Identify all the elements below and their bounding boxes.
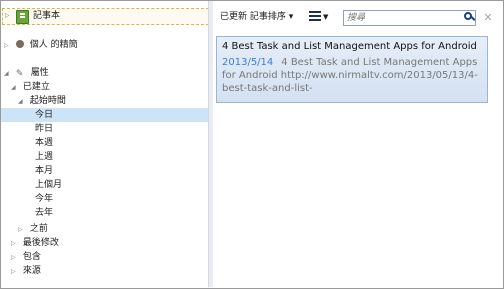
search-box[interactable]	[343, 10, 476, 26]
attributes-item[interactable]: ◢ ✎ 屬性	[4, 66, 49, 80]
note-title: 4 Best Task and List Management Apps for…	[222, 41, 477, 52]
chevron-down-icon: ▼	[323, 13, 329, 21]
notebook-item[interactable]: ▷ 記事本	[2, 8, 209, 25]
time-item-last-week[interactable]: 上週	[35, 150, 53, 164]
view-options-button[interactable]: ▼	[307, 10, 333, 24]
left-panel: ▷ 記事本 ▷ 個人 的精簡 ◢ ✎ 屬性 ◢ 已建立 ◢ 起始時間 今日 昨日…	[1, 1, 209, 287]
time-item-this-week[interactable]: 本週	[35, 136, 53, 150]
note-list-toolbar: 已更新 記事排序 ▾ ▼ ✕	[213, 8, 502, 26]
tag-icon: ✎	[15, 69, 24, 79]
note-card[interactable]: 4 Best Task and List Management Apps for…	[216, 36, 488, 103]
since-label: 起始時間	[29, 96, 66, 106]
contains-label: 包含	[22, 252, 41, 262]
notebook-icon	[16, 10, 29, 24]
created-label: 已建立	[22, 82, 50, 92]
expand-triangle-icon[interactable]: ▷	[11, 237, 20, 251]
time-item-today[interactable]: 今日	[1, 108, 208, 122]
created-item[interactable]: ◢ 已建立	[11, 80, 50, 94]
attributes-label: 屬性	[30, 68, 49, 78]
last-modified-item[interactable]: ▷ 最後修改	[11, 236, 59, 250]
before-item[interactable]: ▷ 之前	[18, 222, 48, 236]
search-input[interactable]	[347, 11, 459, 24]
expand-triangle-icon[interactable]: ▷	[4, 39, 13, 53]
sort-button[interactable]: 已更新 記事排序 ▾	[220, 10, 293, 24]
before-label: 之前	[29, 224, 48, 234]
notebook-label: 記事本	[33, 11, 61, 21]
time-item-last-year[interactable]: 去年	[35, 206, 53, 220]
shared-label: 個人 的精簡	[29, 40, 78, 50]
time-item-this-month[interactable]: 本月	[35, 164, 53, 178]
person-icon	[15, 40, 24, 48]
time-item-this-year[interactable]: 今年	[35, 192, 53, 206]
expand-triangle-icon[interactable]: ▷	[11, 265, 20, 279]
contains-item[interactable]: ▷ 包含	[11, 250, 41, 264]
search-icon[interactable]	[464, 12, 472, 20]
note-list-panel: 已更新 記事排序 ▾ ▼ ✕ 4 Best Task and List Mana…	[213, 1, 502, 287]
time-item-yesterday[interactable]: 昨日	[35, 122, 53, 136]
collapse-triangle-icon[interactable]: ◢	[4, 67, 13, 81]
expand-triangle-icon[interactable]: ▷	[5, 9, 14, 23]
collapse-triangle-icon[interactable]: ◢	[11, 81, 20, 95]
source-label: 來源	[22, 266, 41, 276]
expand-triangle-icon[interactable]: ▷	[18, 223, 27, 237]
collapse-triangle-icon[interactable]: ◢	[18, 95, 27, 109]
time-item-last-month[interactable]: 上個月	[35, 178, 62, 192]
list-view-icon	[309, 11, 321, 23]
shared-item[interactable]: ▷ 個人 的精簡	[4, 38, 78, 52]
close-icon[interactable]: ✕	[481, 11, 495, 25]
source-item[interactable]: ▷ 來源	[11, 264, 41, 278]
since-item[interactable]: ◢ 起始時間	[18, 94, 66, 108]
last-modified-label: 最後修改	[22, 238, 59, 248]
note-snippet: 2013/5/14 4 Best Task and List Management…	[222, 56, 484, 95]
note-date: 2013/5/14	[222, 57, 274, 68]
expand-triangle-icon[interactable]: ▷	[11, 251, 20, 265]
